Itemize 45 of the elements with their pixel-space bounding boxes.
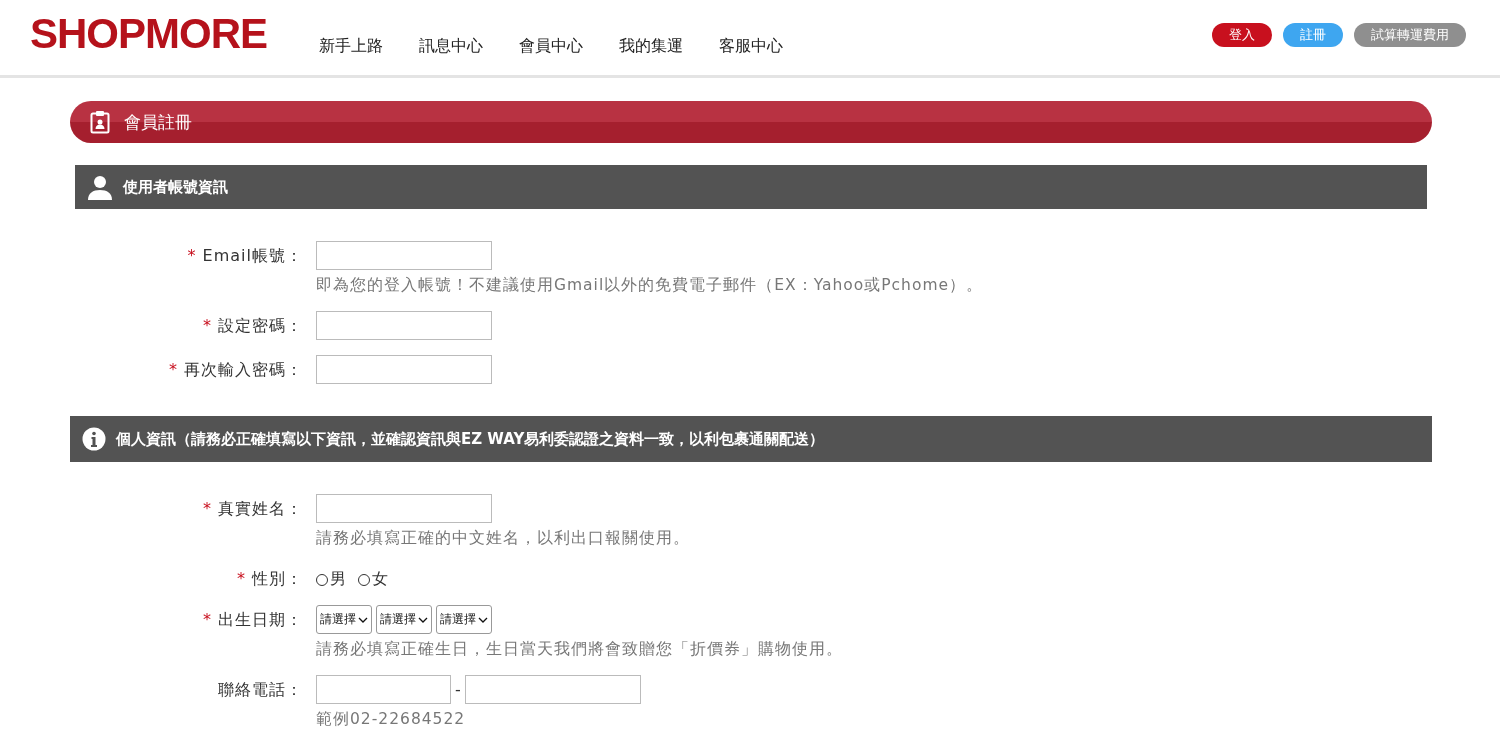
caret-icon: [418, 616, 428, 623]
required-mark: *: [203, 316, 212, 335]
nav-link[interactable]: 新手上路: [301, 36, 402, 57]
input-field[interactable]: [316, 494, 492, 523]
nav-link[interactable]: 客服中心: [701, 36, 802, 57]
input-field[interactable]: [316, 355, 492, 384]
section-title: 使用者帳號資訊: [123, 177, 228, 197]
field-hint: 範例02-22684522: [316, 709, 467, 730]
field-label: 設定密碼：: [218, 316, 303, 335]
separator: -: [455, 680, 461, 699]
required-mark: *: [203, 499, 212, 518]
radio-label: 女: [372, 569, 388, 590]
input-field[interactable]: [316, 311, 492, 340]
login-button[interactable]: 登入: [1212, 22, 1272, 47]
radio-label: 男: [330, 569, 346, 590]
clipboard-icon: [90, 110, 110, 134]
input-field[interactable]: [316, 675, 451, 704]
nav-link[interactable]: 會員中心: [501, 36, 602, 57]
input-field[interactable]: [316, 241, 492, 270]
field-label: 真實姓名：: [218, 499, 303, 518]
nav-link[interactable]: 訊息中心: [401, 36, 502, 57]
caret-icon: [358, 616, 368, 623]
logo[interactable]: SHOPMORE: [30, 9, 268, 58]
field-label: Email帳號：: [202, 246, 303, 265]
dropdown[interactable]: 請選擇: [376, 605, 432, 634]
field-hint: 即為您的登入帳號！不建議使用Gmail以外的免費電子郵件（EX：Yahoo或Pchome）。: [316, 275, 984, 296]
field-label: 性別：: [252, 569, 303, 588]
dropdown[interactable]: 請選擇: [436, 605, 492, 634]
field-hint: 請務必填寫正確生日，生日當天我們將會致贈您「折價券」購物使用。: [316, 639, 843, 660]
nav-link[interactable]: 我的集運: [601, 36, 702, 57]
field-hint: 請務必填寫正確的中文姓名，以利出口報關使用。: [316, 528, 690, 549]
dropdown[interactable]: 請選擇: [316, 605, 372, 634]
field-label: 出生日期：: [218, 610, 303, 629]
section-title: 個人資訊（請務必正確填寫以下資訊，並確認資訊與EZ WAY易利委認證之資料一致，以利包裹通關配送）: [116, 429, 825, 449]
user-icon: [87, 174, 113, 200]
required-mark: *: [203, 610, 212, 629]
required-mark: *: [169, 360, 178, 379]
required-mark: *: [237, 569, 246, 588]
info-icon: [82, 427, 106, 451]
page-title: 會員註冊: [124, 110, 192, 134]
input-field[interactable]: [464, 675, 641, 704]
field-label: 聯絡電話：: [218, 680, 303, 699]
caret-icon: [478, 616, 488, 623]
field-label: 再次輸入密碼：: [184, 360, 303, 379]
required-mark: *: [187, 246, 197, 265]
